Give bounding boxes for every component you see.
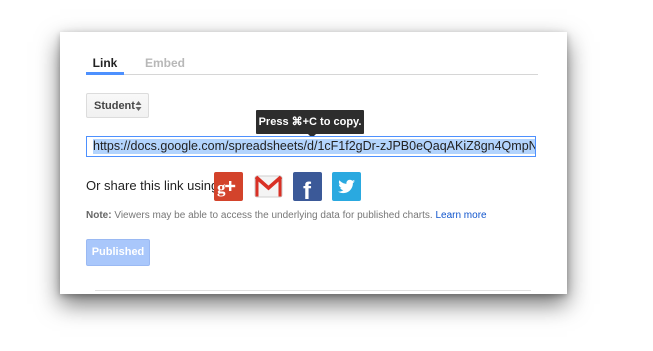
share-label: Or share this link using: <box>86 178 222 193</box>
gmail-glyph <box>254 175 283 198</box>
up-down-arrows-icon <box>135 101 142 111</box>
share-url-field[interactable]: https://docs.google.com/spreadsheets/d/1… <box>86 136 536 157</box>
publish-dialog: Link Embed Student Press ⌘+C to copy. ht… <box>60 32 567 294</box>
twitter-icon[interactable] <box>332 172 361 201</box>
tab-bar: Link Embed <box>86 56 538 75</box>
published-button[interactable]: Published <box>86 239 150 266</box>
share-url-text: https://docs.google.com/spreadsheets/d/1… <box>93 139 535 154</box>
svg-text:g: g <box>217 178 226 197</box>
audience-select-value: Student <box>94 100 135 112</box>
screenshot-stage: Link Embed Student Press ⌘+C to copy. ht… <box>0 0 653 351</box>
google-plus-glyph: g <box>217 178 236 197</box>
tab-embed[interactable]: Embed <box>145 56 185 70</box>
twitter-glyph <box>338 179 355 194</box>
google-plus-icon[interactable]: g <box>214 172 243 201</box>
note-prefix: Note: <box>86 210 112 221</box>
learn-more-link[interactable]: Learn more <box>435 210 486 221</box>
bottom-divider <box>95 290 531 291</box>
facebook-glyph: f <box>303 178 312 201</box>
gmail-icon[interactable] <box>254 172 283 201</box>
facebook-icon[interactable]: f <box>293 172 322 201</box>
note-text: Note: Viewers may be able to access the … <box>86 210 487 222</box>
active-tab-indicator <box>86 72 124 75</box>
audience-select[interactable]: Student <box>86 93 149 118</box>
tab-link[interactable]: Link <box>86 56 124 70</box>
copy-tooltip: Press ⌘+C to copy. <box>256 110 364 134</box>
note-body: Viewers may be able to access the underl… <box>111 210 436 221</box>
svg-text:f: f <box>303 178 312 201</box>
